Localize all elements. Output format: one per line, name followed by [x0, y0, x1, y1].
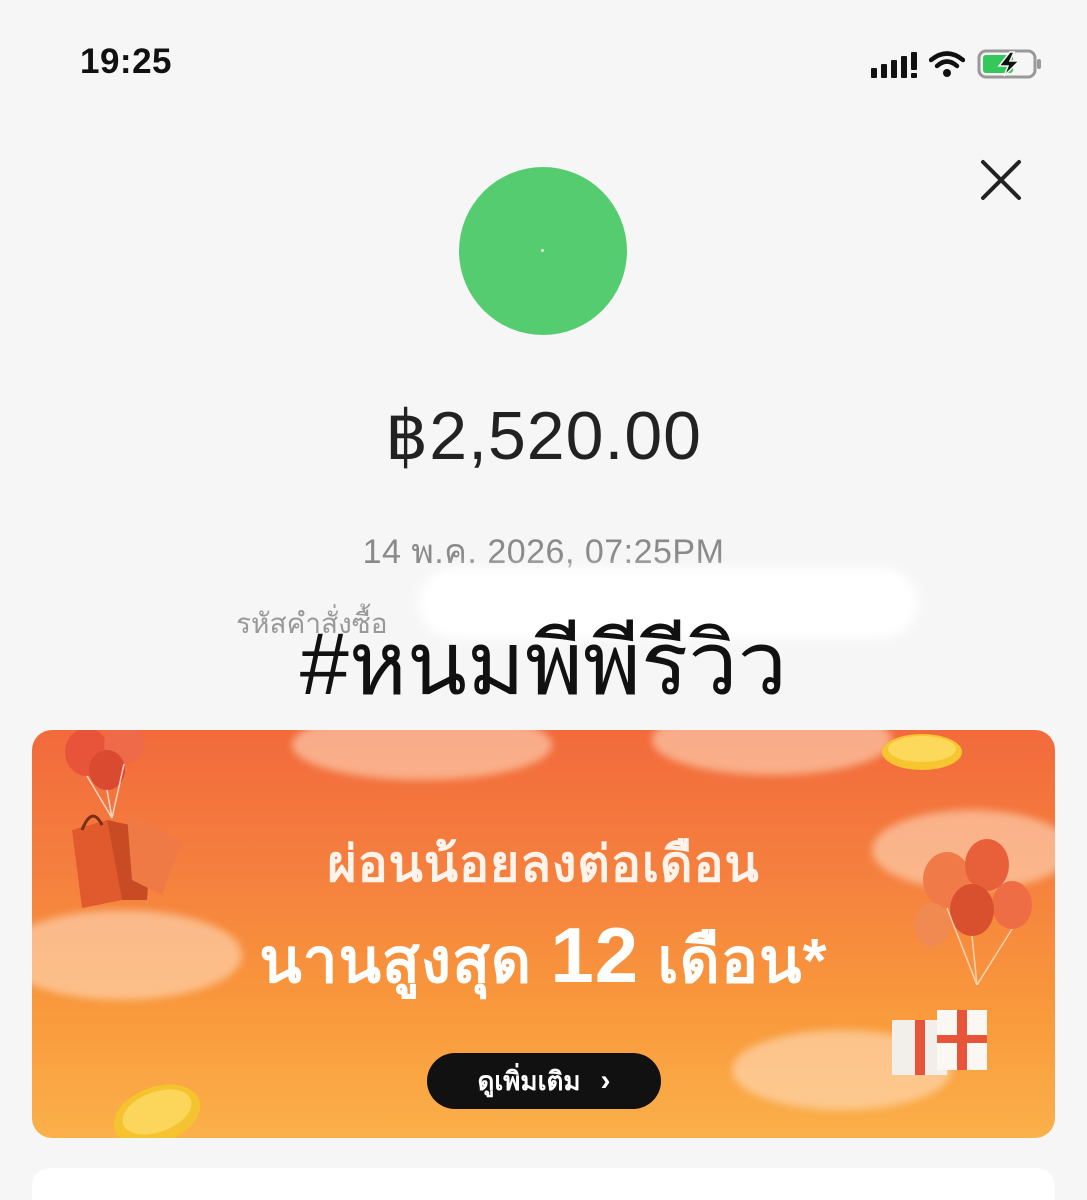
payment-amount: ฿2,520.00 [385, 398, 702, 474]
payment-receipt-screen: 19:25 ฿2,520.00 14 พ.ค. 2026, 07:25PM รห… [0, 0, 1087, 1200]
chevron-right-icon: › [600, 1064, 611, 1097]
status-icons [871, 44, 1043, 84]
see-more-label: ดูเพิ่มเติม [477, 1065, 581, 1096]
status-time: 19:25 [80, 42, 173, 81]
close-icon [981, 160, 1021, 200]
merchant-avatar [459, 167, 627, 335]
battery-charging-icon [977, 49, 1041, 79]
banner-subheadline-prefix: นานสูงสุด [259, 927, 533, 996]
banner-months-number: 12 [550, 911, 640, 999]
avatar-dot [541, 249, 544, 252]
details-card [32, 1168, 1055, 1200]
installment-promo-banner[interactable]: ผ่อนน้อยลงต่อเดือน นานสูงสุด 12 เดือน* ด… [32, 730, 1055, 1138]
banner-cloud [292, 730, 552, 780]
coin-icon [113, 1084, 201, 1138]
banner-cloud [652, 730, 892, 775]
review-hashtag-overlay: #หนมพีพีรีวิว [299, 614, 788, 713]
banner-subheadline: นานสูงสุด 12 เดือน* [32, 910, 1055, 1010]
banner-subheadline-suffix: เดือน* [657, 927, 828, 996]
cellular-signal-icon [871, 50, 917, 78]
see-more-button[interactable]: ดูเพิ่มเติม › [427, 1053, 661, 1109]
wifi-icon [929, 51, 965, 77]
close-button[interactable] [978, 157, 1024, 203]
banner-headline: ผ่อนน้อยลงต่อเดือน [327, 836, 760, 892]
coin-icon [882, 734, 962, 770]
